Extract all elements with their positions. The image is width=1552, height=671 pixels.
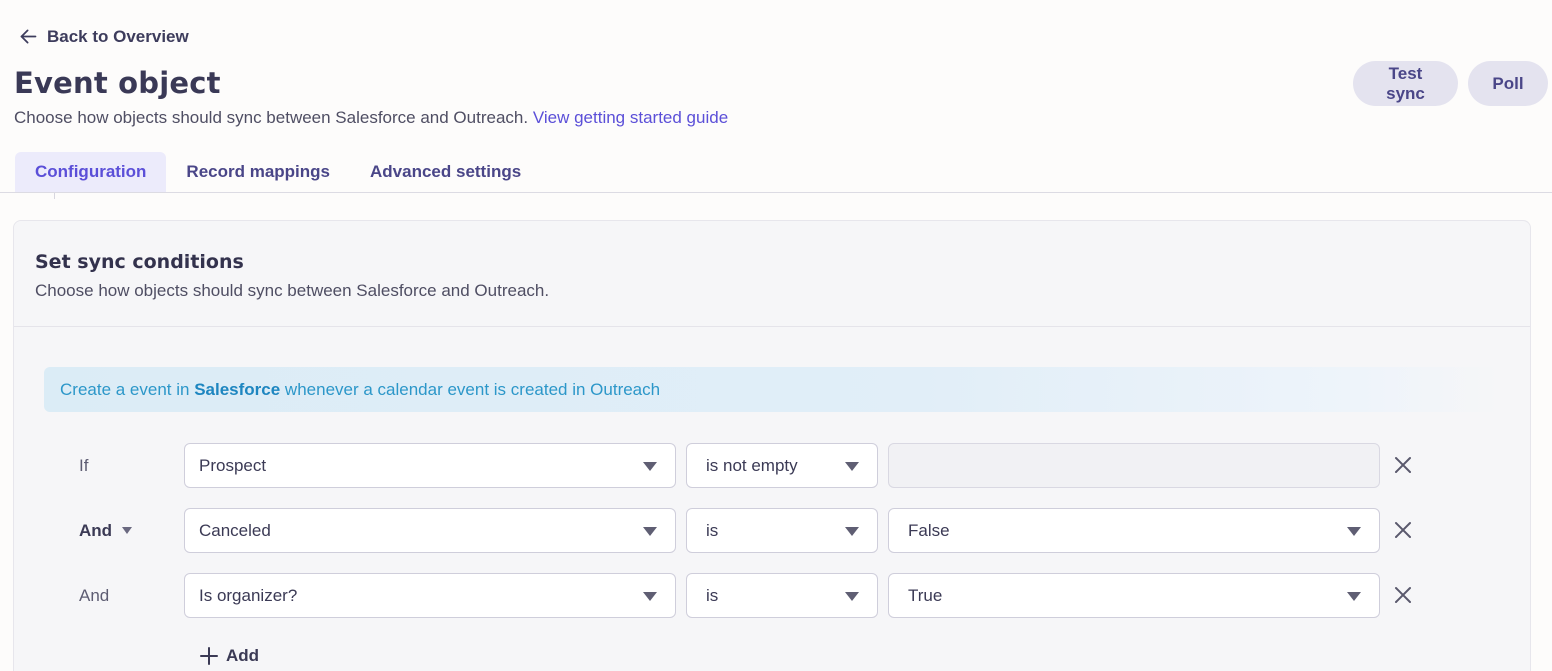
logic-operator-dropdown[interactable]: And — [79, 508, 133, 553]
operator-select-value: is not empty — [706, 455, 798, 475]
sync-conditions-card: Set sync conditions Choose how objects s… — [13, 220, 1531, 671]
page-subtitle: Choose how objects should sync between S… — [14, 108, 728, 128]
close-icon[interactable] — [1392, 584, 1414, 606]
tab-bar: Configuration Record mappings Advanced s… — [0, 152, 1552, 193]
header-actions: Test sync Poll — [1353, 61, 1548, 106]
card-title: Set sync conditions — [35, 251, 244, 273]
operator-select-value: is — [706, 520, 719, 540]
operator-select[interactable]: is — [686, 508, 878, 553]
add-condition-button[interactable]: Add — [200, 642, 259, 670]
banner-target: Salesforce — [194, 379, 281, 399]
plus-icon — [200, 647, 218, 665]
page-title: Event object — [14, 66, 221, 100]
getting-started-guide-link[interactable]: View getting started guide — [533, 108, 728, 127]
banner-suffix: whenever a calendar event is created in … — [280, 379, 661, 399]
operator-select[interactable]: is not empty — [686, 443, 878, 488]
field-select-value: Prospect — [199, 455, 267, 475]
field-select[interactable]: Is organizer? — [184, 573, 676, 618]
condition-row: And Is organizer? is True — [14, 573, 1532, 618]
tab-record-mappings[interactable]: Record mappings — [166, 152, 350, 192]
value-input — [888, 443, 1380, 488]
dropdown-caret-icon — [643, 462, 657, 471]
chevron-down-icon — [122, 527, 133, 534]
close-icon[interactable] — [1392, 519, 1414, 541]
add-label: Add — [226, 646, 260, 665]
condition-label: And — [79, 585, 110, 605]
condition-row: If Prospect is not empty — [14, 443, 1532, 488]
subtitle-text: Choose how objects should sync between S… — [14, 108, 529, 127]
dropdown-caret-icon — [845, 462, 859, 471]
back-to-overview-link[interactable]: Back to Overview — [18, 26, 189, 47]
field-select[interactable]: Canceled — [184, 508, 676, 553]
dropdown-caret-icon — [1347, 527, 1361, 536]
banner-prefix: Create a event in — [60, 379, 195, 399]
field-select-value: Canceled — [199, 520, 271, 540]
close-icon[interactable] — [1392, 454, 1414, 476]
condition-label: If — [79, 455, 89, 475]
card-header: Set sync conditions Choose how objects s… — [14, 221, 1530, 327]
page: Back to Overview Event object Choose how… — [0, 0, 1552, 671]
arrow-left-icon — [20, 29, 37, 44]
poll-button[interactable]: Poll — [1468, 61, 1548, 106]
test-sync-button[interactable]: Test sync — [1353, 61, 1458, 106]
tab-configuration[interactable]: Configuration — [15, 152, 167, 192]
operator-select-value: is — [706, 585, 719, 605]
card-description: Choose how objects should sync between S… — [35, 281, 550, 300]
dropdown-caret-icon — [845, 527, 859, 536]
value-select[interactable]: False — [888, 508, 1380, 553]
back-link-label: Back to Overview — [47, 26, 189, 46]
operator-select[interactable]: is — [686, 573, 878, 618]
dropdown-caret-icon — [1347, 592, 1361, 601]
value-select[interactable]: True — [888, 573, 1380, 618]
condition-row: And Canceled is False — [14, 508, 1532, 553]
sync-rule-banner: Create a event in Salesforce whenever a … — [44, 367, 1504, 412]
field-select[interactable]: Prospect — [184, 443, 676, 488]
condition-label: And — [79, 520, 113, 540]
value-select-value: False — [908, 520, 950, 540]
dropdown-caret-icon — [643, 527, 657, 536]
field-select-value: Is organizer? — [199, 585, 298, 605]
dropdown-caret-icon — [845, 592, 859, 601]
tab-advanced-settings[interactable]: Advanced settings — [350, 152, 541, 192]
value-select-value: True — [908, 585, 943, 605]
divider-tick — [54, 193, 55, 199]
dropdown-caret-icon — [643, 592, 657, 601]
